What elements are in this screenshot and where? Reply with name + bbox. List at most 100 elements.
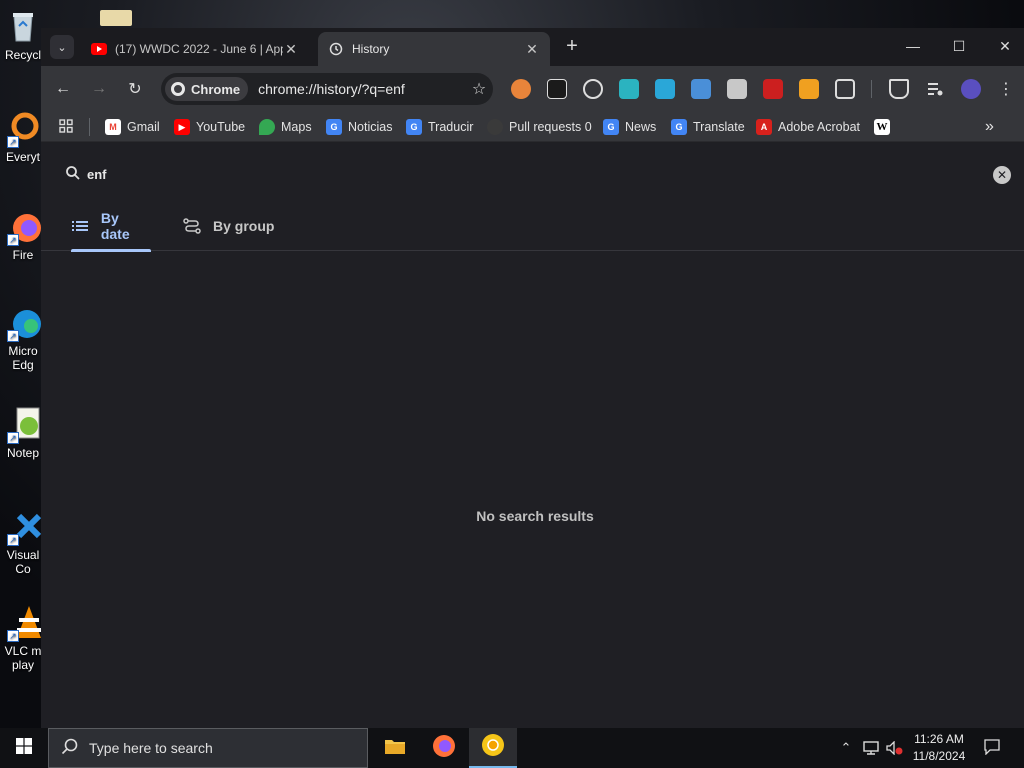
toolbar-divider [871,80,872,98]
desktop-icon-label: VLC m [4,644,42,658]
history-search-input[interactable]: enf [87,167,107,182]
google-translate-icon: G [406,119,422,135]
labs-flask-icon[interactable] [889,79,909,99]
search-icon [65,165,81,181]
extension-1-icon[interactable] [511,79,531,99]
desktop-icon-notepad-plus-plus[interactable]: ↗ Notep [0,406,46,460]
adobe-acrobat-icon: A [756,119,772,135]
bookmark-gmail[interactable]: M Gmail [105,116,160,138]
desktop-icon-everything[interactable]: ↗ Everyt [0,110,46,164]
show-hidden-icons-button[interactable]: ⌃ [836,728,856,768]
back-button[interactable]: ← [51,77,75,101]
taskbar-search-placeholder: Type here to search [89,740,213,756]
volume-muted-icon[interactable] [884,728,906,768]
bookmark-youtube[interactable]: ▶ YouTube [174,116,245,138]
tab-by-group[interactable]: By group [183,201,274,251]
bookmark-label: Pull requests 0 [509,120,592,134]
address-bar[interactable]: Chrome chrome://history/?q=enf ☆ [161,73,493,105]
desktop-icon-vlc[interactable]: ↗ VLC m play [0,604,46,672]
bookmark-traducir[interactable]: G Traducir [406,116,473,138]
adobe-extension-icon[interactable] [763,79,783,99]
toolbar: ← → ↻ Chrome chrome://history/?q=enf ☆ ⋮ [41,66,1024,112]
tab-title: (17) WWDC 2022 - June 6 | Appl [115,42,283,56]
taskbar-file-explorer[interactable] [371,728,419,768]
maximize-button[interactable]: ☐ [936,28,982,64]
clear-search-button[interactable]: ✕ [993,166,1011,184]
firefox-icon [432,734,456,763]
folder-icon[interactable] [100,10,132,26]
desktop-icon-label: Micro [8,344,38,358]
extension-7-icon[interactable] [727,79,747,99]
tab-youtube[interactable]: (17) WWDC 2022 - June 6 | Appl ✕ [81,32,309,66]
tab-history[interactable]: History ✕ [318,32,550,66]
desktop-icon-label: Visual [6,548,40,562]
taskbar-chrome[interactable] [469,728,517,768]
empty-state-message: No search results [476,508,594,524]
chevron-up-icon: ⌃ [840,740,852,755]
extension-9-icon[interactable] [799,79,819,99]
site-info-chip[interactable]: Chrome [165,77,249,101]
bookmark-noticias[interactable]: G Noticias [326,116,392,138]
bookmark-star-icon[interactable]: ☆ [465,79,493,99]
close-icon[interactable]: ✕ [524,41,540,58]
youtube-icon: ▶ [174,119,190,135]
history-page: enf ✕ By date By group No search results [41,143,1024,728]
url-text[interactable]: chrome://history/?q=enf [258,81,465,97]
network-icon[interactable] [860,728,882,768]
more-vertical-icon: ⋮ [998,81,1014,98]
list-icon [71,220,89,232]
notepad-plus-plus-icon: ↗ [5,406,41,444]
extensions-puzzle-icon[interactable] [835,79,855,99]
folder-icon [384,737,406,760]
new-tab-button[interactable]: + [561,36,583,58]
system-clock[interactable]: 11:26 AM 11/8/2024 [906,731,972,765]
taskbar-firefox[interactable] [420,728,468,768]
avatar[interactable] [961,79,981,99]
start-button[interactable] [0,728,48,768]
desktop-icon-label-line2: Co [15,562,31,576]
menu-button[interactable]: ⋮ [994,77,1018,101]
apps-grid-icon [59,118,73,136]
close-icon[interactable]: ✕ [283,41,299,58]
google-translate-icon: G [671,119,687,135]
tab-label: By date [100,210,130,242]
taskbar-search-box[interactable]: Type here to search [48,728,368,768]
clock-date: 11/8/2024 [912,749,966,763]
tab-search-button[interactable]: ⌄ [50,35,74,59]
notification-icon [984,738,1000,758]
bookmark-adobe-acrobat[interactable]: A Adobe Acrobat [756,116,860,138]
extension-2-icon[interactable] [547,79,567,99]
forward-button[interactable]: → [87,77,111,101]
extension-5-icon[interactable] [655,79,675,99]
more-bookmarks-button[interactable]: » [985,116,994,138]
media-control-icon[interactable] [925,79,945,99]
apps-button[interactable] [59,116,73,138]
gmail-icon: M [105,119,121,135]
reload-button[interactable]: ↻ [123,77,147,101]
bookmark-label: Translate [693,120,745,134]
desktop-icon-firefox[interactable]: ↗ Fire [0,208,46,262]
bookmark-maps[interactable]: Maps [259,116,312,138]
bookmark-news[interactable]: G News [603,116,656,138]
tab-label: By group [213,218,275,234]
bookmark-pull-requests[interactable]: Pull requests 0 [487,116,592,138]
desktop-icon-label: Everyt [5,150,40,164]
desktop-icon-label: Notep [6,446,40,460]
bookmark-translate[interactable]: G Translate [671,116,745,138]
history-search-bar[interactable]: enf ✕ [41,143,1024,201]
history-view-tabs: By date By group [41,201,1024,252]
extension-4-icon[interactable] [619,79,639,99]
extension-3-icon[interactable] [583,79,603,99]
desktop-icon-recycle-bin[interactable]: Recycl [0,8,46,62]
close-window-button[interactable]: ✕ [982,28,1024,64]
desktop-icon-label: Fire [12,248,34,262]
notifications-button[interactable] [980,728,1004,768]
tab-strip: ⌄ (17) WWDC 2022 - June 6 | Appl ✕ Histo… [41,28,1024,66]
minimize-button[interactable]: — [890,28,936,64]
desktop-icon-vscode[interactable]: ↗ Visual Co [0,508,46,576]
bookmark-label: Adobe Acrobat [778,120,861,134]
bookmark-wikipedia[interactable]: W [874,116,896,138]
desktop-icon-edge[interactable]: ↗ Micro Edg [0,304,46,372]
extension-6-icon[interactable] [691,79,711,99]
tab-by-date[interactable]: By date [71,201,151,252]
